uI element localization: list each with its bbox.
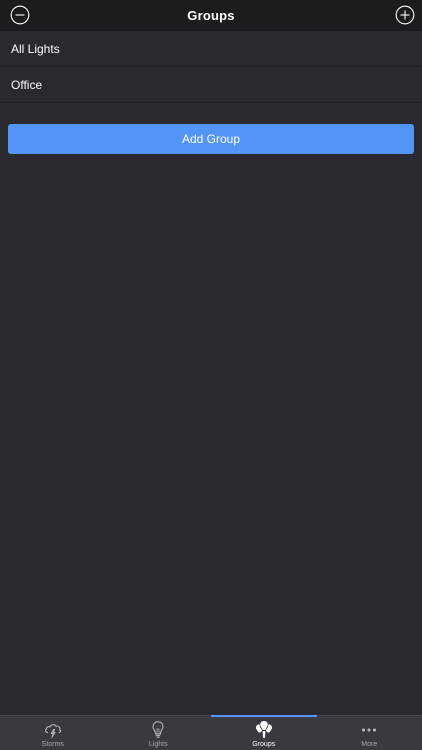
group-item-office[interactable]: Office: [0, 67, 422, 103]
tab-groups[interactable]: Groups: [211, 715, 317, 750]
groups-list: All Lights Office: [0, 31, 422, 103]
add-group-nav-button[interactable]: [395, 5, 415, 25]
more-dots-icon: [362, 728, 377, 732]
remove-group-button[interactable]: [10, 5, 30, 25]
group-item-label: All Lights: [11, 41, 60, 56]
active-tab-indicator: [211, 715, 317, 717]
group-item-label: Office: [11, 77, 43, 92]
storm-cloud-icon: [44, 724, 61, 738]
tab-lights[interactable]: Lights: [106, 716, 212, 750]
minus-circle-icon: [10, 5, 30, 25]
app-screen: Groups All Lights Office Add Group Storm…: [0, 0, 422, 750]
tab-more[interactable]: More: [317, 716, 422, 750]
plus-circle-icon: [395, 5, 415, 25]
add-group-button[interactable]: Add Group: [8, 124, 414, 154]
tab-label: Groups: [252, 741, 276, 748]
lightbulb-icon: [152, 721, 164, 738]
tab-storms[interactable]: Storms: [0, 716, 106, 750]
group-item-all-lights[interactable]: All Lights: [0, 31, 422, 67]
tab-label: Lights: [148, 741, 168, 748]
tab-label: Storms: [41, 741, 64, 748]
tab-label: More: [361, 741, 378, 748]
tab-bar: Storms Lights Groups More: [0, 715, 422, 750]
group-bulbs-icon: [255, 721, 272, 739]
page-title: Groups: [187, 8, 235, 23]
navigation-bar: Groups: [0, 0, 422, 31]
